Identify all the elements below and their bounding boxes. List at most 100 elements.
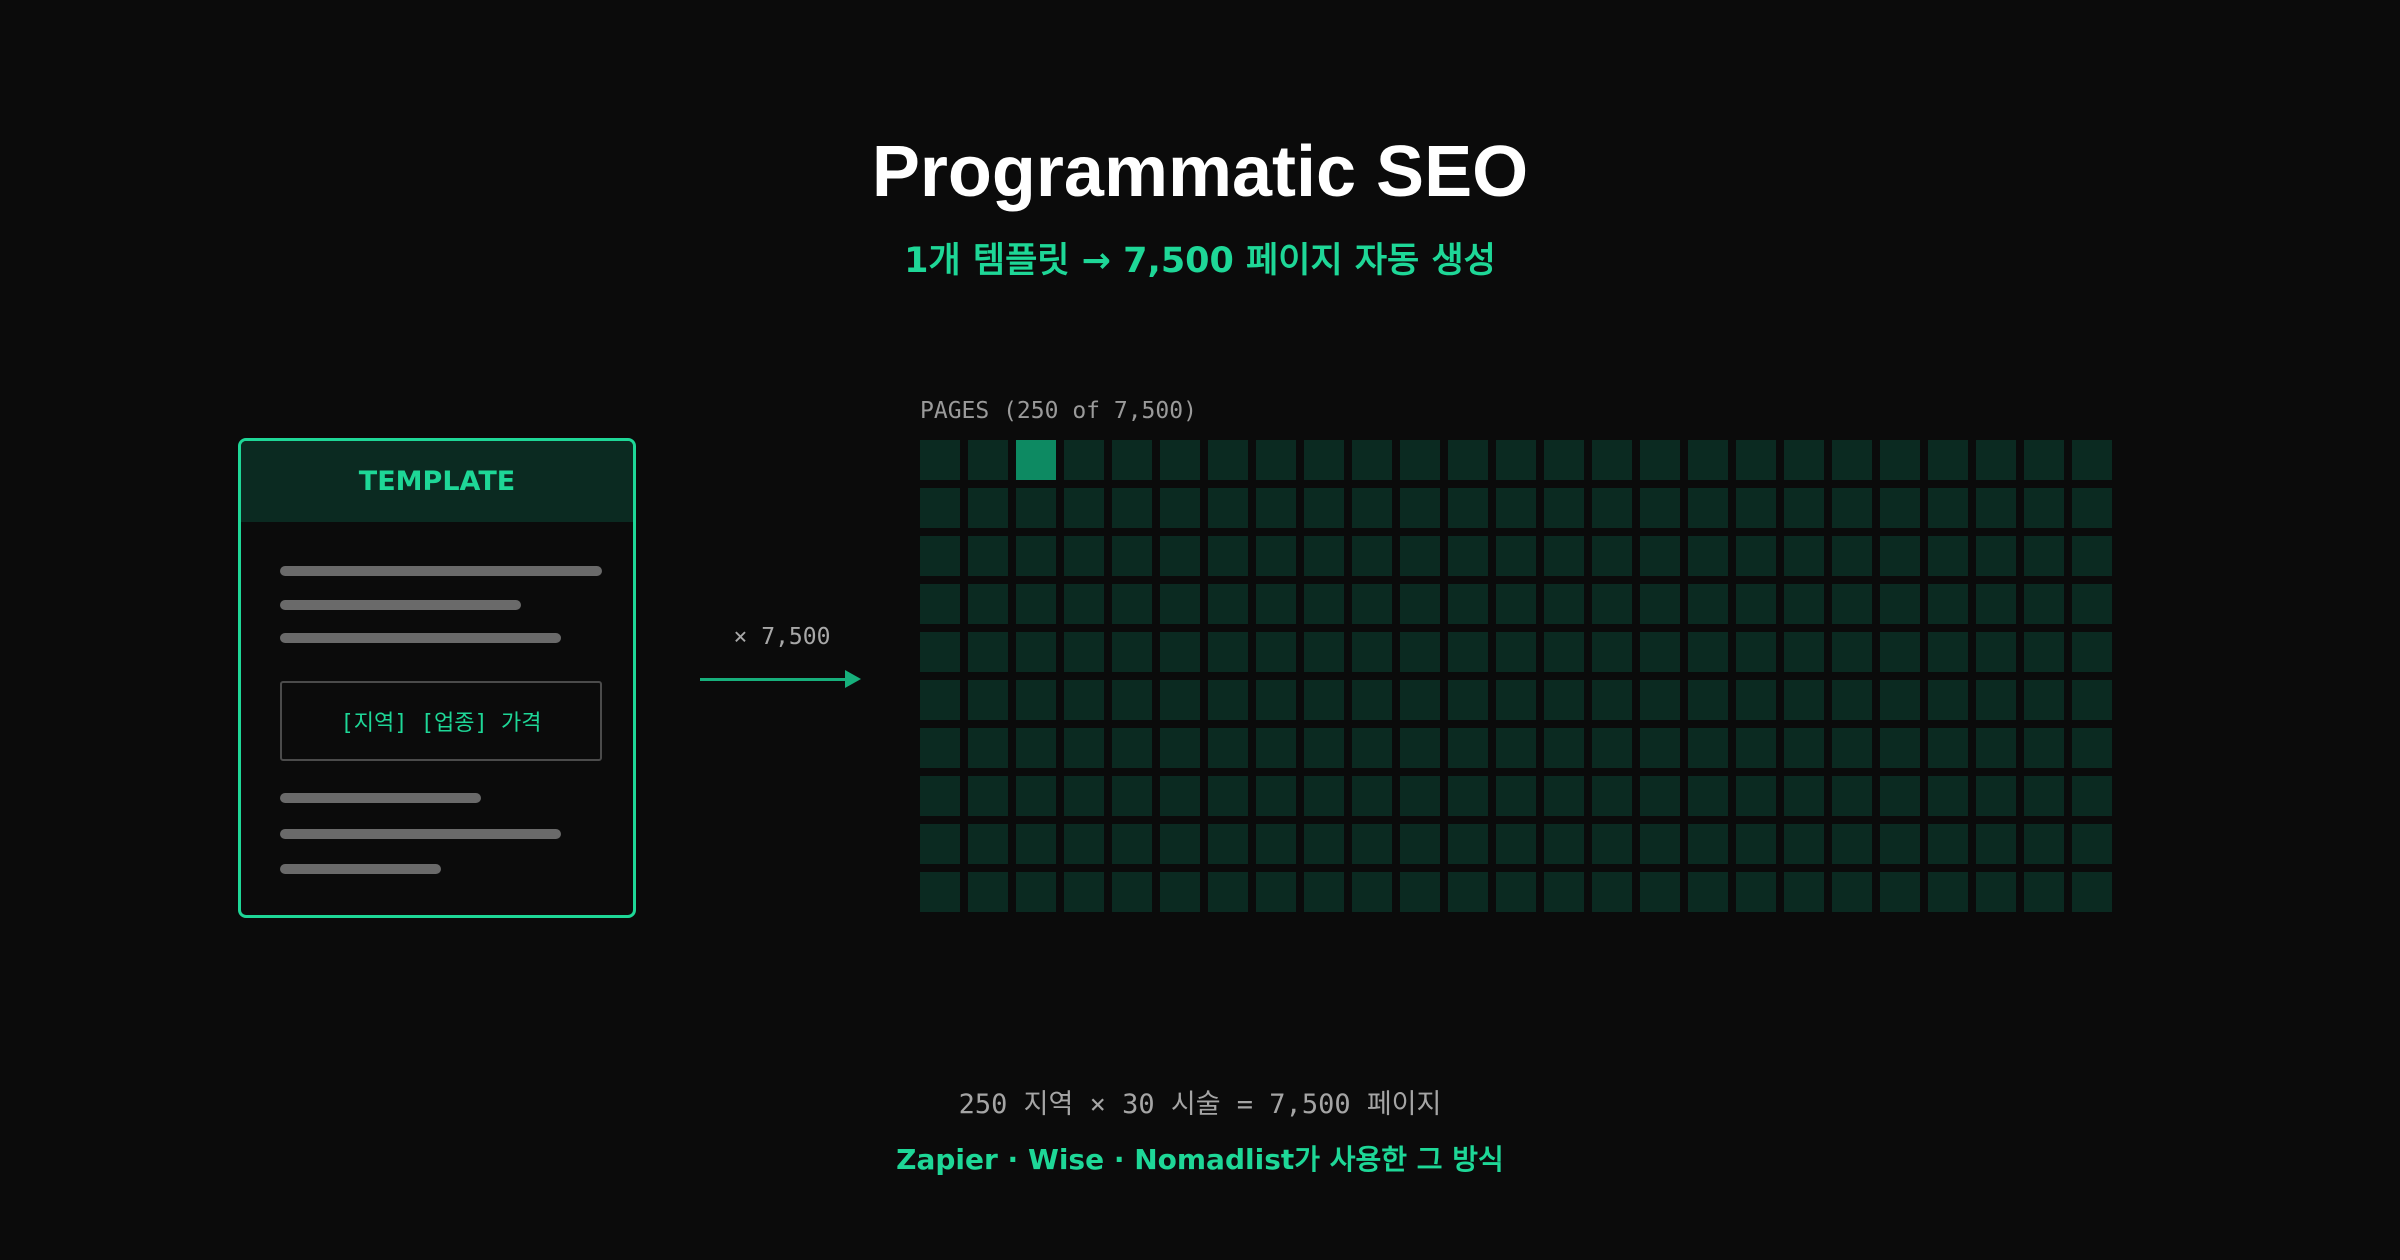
- page-cell: [1352, 728, 1392, 768]
- page-cell: [1160, 728, 1200, 768]
- page-cell: [2024, 824, 2064, 864]
- page-cell: [1208, 584, 1248, 624]
- page-cell: [1352, 488, 1392, 528]
- page-cell: [1256, 872, 1296, 912]
- page-cell: [1880, 632, 1920, 672]
- page-cell: [1976, 824, 2016, 864]
- page-cell: [1448, 440, 1488, 480]
- page-cell: [1496, 440, 1536, 480]
- page-cell: [1928, 872, 1968, 912]
- page-cell: [1160, 824, 1200, 864]
- page-cell: [968, 488, 1008, 528]
- page-cell: [1736, 488, 1776, 528]
- page-cell: [1640, 680, 1680, 720]
- page-cell: [920, 824, 960, 864]
- page-cell: [1064, 872, 1104, 912]
- page-cell: [1448, 776, 1488, 816]
- page-cell: [1640, 584, 1680, 624]
- page-cell: [1352, 872, 1392, 912]
- page-cell: [1304, 632, 1344, 672]
- page-cell: [1304, 536, 1344, 576]
- page-cell: [1784, 584, 1824, 624]
- page-cell: [1880, 488, 1920, 528]
- page-cell: [1448, 872, 1488, 912]
- page-cell: [1496, 776, 1536, 816]
- page-cell: [1208, 872, 1248, 912]
- page-cell: [1304, 824, 1344, 864]
- page-cell: [1544, 728, 1584, 768]
- page-cell: [2024, 632, 2064, 672]
- page-cell: [1160, 488, 1200, 528]
- page-cell: [2072, 824, 2112, 864]
- page-cell: [1400, 680, 1440, 720]
- page-cell: [1400, 488, 1440, 528]
- page-cell: [1784, 728, 1824, 768]
- page-cell: [920, 872, 960, 912]
- page-cell: [1400, 632, 1440, 672]
- page-cell: [920, 440, 960, 480]
- page-cell: [1784, 824, 1824, 864]
- page-cell: [1208, 488, 1248, 528]
- page-cell: [1592, 584, 1632, 624]
- page-cell: [1064, 680, 1104, 720]
- arrow-line: [700, 678, 848, 681]
- page-cell: [1832, 632, 1872, 672]
- page-cell: [1352, 536, 1392, 576]
- page-cell: [1928, 488, 1968, 528]
- page-cell: [1112, 872, 1152, 912]
- page-cell: [1976, 632, 2016, 672]
- page-cell: [1448, 536, 1488, 576]
- page-cell: [1112, 584, 1152, 624]
- page-cell: [1592, 872, 1632, 912]
- page-subtitle: 1개 템플릿 → 7,500 페이지 자동 생성: [904, 241, 1496, 281]
- page-cell: [2024, 872, 2064, 912]
- page-cell: [1736, 536, 1776, 576]
- page-cell: [1016, 824, 1056, 864]
- page-cell: [1832, 680, 1872, 720]
- page-cell: [920, 488, 960, 528]
- page-title: Programmatic SEO: [871, 132, 1529, 212]
- template-placeholder: [지역] [업종] 가격: [280, 681, 602, 761]
- page-cell: [1208, 680, 1248, 720]
- page-cell: [1016, 872, 1056, 912]
- template-text-line: [280, 864, 441, 874]
- page-cell: [1448, 728, 1488, 768]
- page-cell: [1544, 440, 1584, 480]
- page-cell: [1352, 824, 1392, 864]
- page-cell: [1928, 584, 1968, 624]
- page-cell: [1736, 776, 1776, 816]
- page-cell: [2072, 872, 2112, 912]
- page-cell: [1976, 488, 2016, 528]
- page-cell: [2072, 584, 2112, 624]
- page-cell: [1592, 824, 1632, 864]
- multiplier-label: × 7,500: [733, 624, 831, 650]
- page-cell: [1352, 584, 1392, 624]
- page-cell: [1976, 872, 2016, 912]
- page-cell: [1448, 632, 1488, 672]
- page-cell: [1304, 488, 1344, 528]
- page-cell: [1160, 632, 1200, 672]
- page-cell: [1016, 632, 1056, 672]
- page-cell: [1640, 776, 1680, 816]
- page-cell: [1064, 488, 1104, 528]
- page-cell: [1976, 776, 2016, 816]
- page-cell: [1208, 824, 1248, 864]
- page-cell: [1736, 824, 1776, 864]
- page-cell: [1016, 680, 1056, 720]
- page-cell: [1016, 488, 1056, 528]
- page-cell: [968, 824, 1008, 864]
- page-cell: [1448, 584, 1488, 624]
- page-cell: [920, 680, 960, 720]
- page-cell: [1112, 440, 1152, 480]
- page-cell: [1016, 728, 1056, 768]
- page-cell: [1496, 728, 1536, 768]
- page-cell: [1400, 728, 1440, 768]
- page-cell: [1352, 680, 1392, 720]
- page-cell: [1256, 824, 1296, 864]
- page-cell: [1208, 776, 1248, 816]
- page-cell: [2024, 728, 2064, 768]
- page-cell: [1880, 728, 1920, 768]
- template-text-line: [280, 566, 602, 576]
- page-cell: [1016, 584, 1056, 624]
- page-cell: [1592, 536, 1632, 576]
